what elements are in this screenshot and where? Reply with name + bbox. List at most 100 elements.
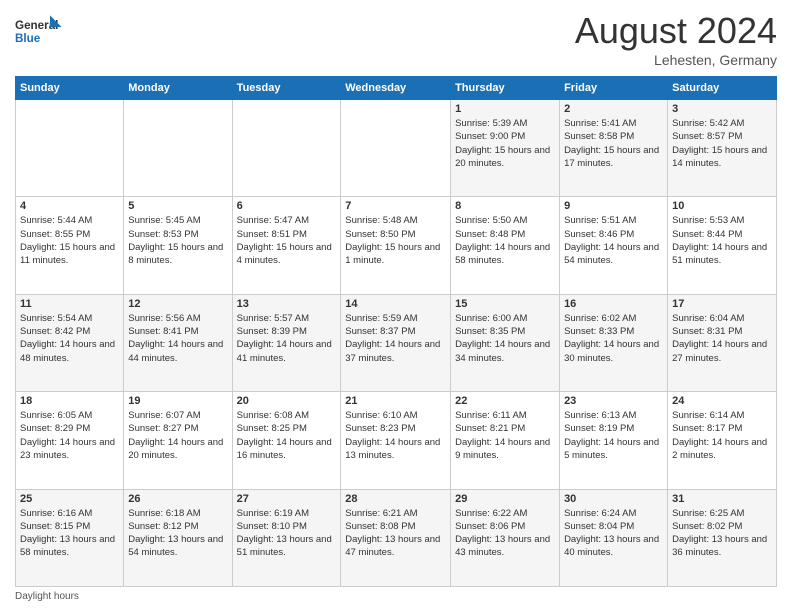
cell-info: Sunrise: 6:25 AM Sunset: 8:02 PM Dayligh… [672, 507, 772, 560]
cell-day-number: 12 [128, 298, 227, 310]
cell-day-number: 16 [564, 298, 663, 310]
cell-day-number: 17 [672, 298, 772, 310]
cell-info: Sunrise: 5:48 AM Sunset: 8:50 PM Dayligh… [345, 214, 446, 267]
cell-3-2: 20 Sunrise: 6:08 AM Sunset: 8:25 PM Dayli… [232, 392, 341, 489]
cell-2-6: 17 Sunrise: 6:04 AM Sunset: 8:31 PM Dayli… [668, 294, 777, 391]
cell-3-1: 19 Sunrise: 6:07 AM Sunset: 8:27 PM Dayli… [124, 392, 232, 489]
cell-3-0: 18 Sunrise: 6:05 AM Sunset: 8:29 PM Dayli… [16, 392, 124, 489]
location-subtitle: Lehesten, Germany [575, 52, 777, 68]
cell-info: Sunrise: 6:22 AM Sunset: 8:06 PM Dayligh… [455, 507, 555, 560]
cell-day-number: 15 [455, 298, 555, 310]
cell-info: Sunrise: 6:10 AM Sunset: 8:23 PM Dayligh… [345, 409, 446, 462]
cell-info: Sunrise: 6:08 AM Sunset: 8:25 PM Dayligh… [237, 409, 337, 462]
cell-0-4: 1Sunrise: 5:39 AM Sunset: 9:00 PM Daylig… [451, 100, 560, 197]
logo: General Blue [15, 10, 65, 55]
page: General Blue August 2024 Lehesten, Germa… [0, 0, 792, 612]
header-sunday: Sunday [16, 77, 124, 100]
cell-day-number: 28 [345, 493, 446, 505]
cell-day-number: 13 [237, 298, 337, 310]
cell-2-1: 12Sunrise: 5:56 AM Sunset: 8:41 PM Dayli… [124, 294, 232, 391]
cell-info: Sunrise: 6:21 AM Sunset: 8:08 PM Dayligh… [345, 507, 446, 560]
cell-day-number: 21 [345, 395, 446, 407]
cell-day-number: 8 [455, 200, 555, 212]
header-tuesday: Tuesday [232, 77, 341, 100]
cell-info: Sunrise: 5:47 AM Sunset: 8:51 PM Dayligh… [237, 214, 337, 267]
cell-day-number: 7 [345, 200, 446, 212]
cell-info: Sunrise: 5:50 AM Sunset: 8:48 PM Dayligh… [455, 214, 555, 267]
cell-info: Sunrise: 6:16 AM Sunset: 8:15 PM Dayligh… [20, 507, 119, 560]
cell-1-3: 7 Sunrise: 5:48 AM Sunset: 8:50 PM Daylig… [341, 197, 451, 294]
cell-info: Sunrise: 6:02 AM Sunset: 8:33 PM Dayligh… [564, 312, 663, 365]
cell-day-number: 20 [237, 395, 337, 407]
cell-3-3: 21 Sunrise: 6:10 AM Sunset: 8:23 PM Dayli… [341, 392, 451, 489]
cell-2-3: 14 Sunrise: 5:59 AM Sunset: 8:37 PM Dayli… [341, 294, 451, 391]
cell-day-number: 27 [237, 493, 337, 505]
cell-0-3 [341, 100, 451, 197]
header-monday: Monday [124, 77, 232, 100]
header-friday: Friday [560, 77, 668, 100]
cell-info: Sunrise: 5:45 AM Sunset: 8:53 PM Dayligh… [128, 214, 227, 267]
cell-4-5: 30 Sunrise: 6:24 AM Sunset: 8:04 PM Dayli… [560, 489, 668, 586]
cell-1-1: 5 Sunrise: 5:45 AM Sunset: 8:53 PM Daylig… [124, 197, 232, 294]
cell-info: Sunrise: 6:05 AM Sunset: 8:29 PM Dayligh… [20, 409, 119, 462]
cell-day-number: 26 [128, 493, 227, 505]
cell-info: Sunrise: 6:13 AM Sunset: 8:19 PM Dayligh… [564, 409, 663, 462]
cell-2-2: 13 Sunrise: 5:57 AM Sunset: 8:39 PM Dayli… [232, 294, 341, 391]
cell-day-number: 18 [20, 395, 119, 407]
cell-2-0: 11Sunrise: 5:54 AM Sunset: 8:42 PM Dayli… [16, 294, 124, 391]
cell-day-number: 23 [564, 395, 663, 407]
header-wednesday: Wednesday [341, 77, 451, 100]
cell-day-number: 6 [237, 200, 337, 212]
cell-1-2: 6 Sunrise: 5:47 AM Sunset: 8:51 PM Daylig… [232, 197, 341, 294]
cell-day-number: 4 [20, 200, 119, 212]
cell-day-number: 2 [564, 103, 663, 115]
cell-info: Sunrise: 5:54 AM Sunset: 8:42 PM Dayligh… [20, 312, 119, 365]
cell-1-5: 9Sunrise: 5:51 AM Sunset: 8:46 PM Daylig… [560, 197, 668, 294]
cell-info: Sunrise: 6:00 AM Sunset: 8:35 PM Dayligh… [455, 312, 555, 365]
cell-day-number: 30 [564, 493, 663, 505]
title-block: August 2024 Lehesten, Germany [575, 10, 777, 68]
cell-4-3: 28 Sunrise: 6:21 AM Sunset: 8:08 PM Dayli… [341, 489, 451, 586]
cell-day-number: 31 [672, 493, 772, 505]
cell-3-4: 22Sunrise: 6:11 AM Sunset: 8:21 PM Dayli… [451, 392, 560, 489]
cell-day-number: 29 [455, 493, 555, 505]
footer-note: Daylight hours [15, 591, 777, 602]
calendar-table: SundayMondayTuesdayWednesdayThursdayFrid… [15, 76, 777, 587]
cell-info: Sunrise: 5:51 AM Sunset: 8:46 PM Dayligh… [564, 214, 663, 267]
svg-text:Blue: Blue [15, 32, 41, 45]
cell-day-number: 22 [455, 395, 555, 407]
header: General Blue August 2024 Lehesten, Germa… [15, 10, 777, 68]
cell-day-number: 3 [672, 103, 772, 115]
cell-4-1: 26 Sunrise: 6:18 AM Sunset: 8:12 PM Dayli… [124, 489, 232, 586]
header-saturday: Saturday [668, 77, 777, 100]
cell-day-number: 10 [672, 200, 772, 212]
cell-info: Sunrise: 6:19 AM Sunset: 8:10 PM Dayligh… [237, 507, 337, 560]
cell-3-5: 23 Sunrise: 6:13 AM Sunset: 8:19 PM Dayli… [560, 392, 668, 489]
cell-info: Sunrise: 5:41 AM Sunset: 8:58 PM Dayligh… [564, 117, 663, 170]
cell-day-number: 14 [345, 298, 446, 310]
cell-info: Sunrise: 6:04 AM Sunset: 8:31 PM Dayligh… [672, 312, 772, 365]
cell-4-2: 27 Sunrise: 6:19 AM Sunset: 8:10 PM Dayli… [232, 489, 341, 586]
cell-0-2 [232, 100, 341, 197]
week-row-5: 25 Sunrise: 6:16 AM Sunset: 8:15 PM Dayli… [16, 489, 777, 586]
cell-info: Sunrise: 6:24 AM Sunset: 8:04 PM Dayligh… [564, 507, 663, 560]
cell-info: Sunrise: 5:59 AM Sunset: 8:37 PM Dayligh… [345, 312, 446, 365]
cell-info: Sunrise: 6:07 AM Sunset: 8:27 PM Dayligh… [128, 409, 227, 462]
cell-day-number: 5 [128, 200, 227, 212]
cell-day-number: 25 [20, 493, 119, 505]
days-row: SundayMondayTuesdayWednesdayThursdayFrid… [16, 77, 777, 100]
cell-info: Sunrise: 5:42 AM Sunset: 8:57 PM Dayligh… [672, 117, 772, 170]
cell-info: Sunrise: 5:57 AM Sunset: 8:39 PM Dayligh… [237, 312, 337, 365]
cell-0-5: 2 Sunrise: 5:41 AM Sunset: 8:58 PM Daylig… [560, 100, 668, 197]
cell-0-0 [16, 100, 124, 197]
header-thursday: Thursday [451, 77, 560, 100]
cell-info: Sunrise: 6:18 AM Sunset: 8:12 PM Dayligh… [128, 507, 227, 560]
logo-svg: General Blue [15, 10, 65, 55]
cell-info: Sunrise: 5:53 AM Sunset: 8:44 PM Dayligh… [672, 214, 772, 267]
cell-2-5: 16 Sunrise: 6:02 AM Sunset: 8:33 PM Dayli… [560, 294, 668, 391]
cell-day-number: 19 [128, 395, 227, 407]
week-row-1: 1Sunrise: 5:39 AM Sunset: 9:00 PM Daylig… [16, 100, 777, 197]
cell-4-4: 29 Sunrise: 6:22 AM Sunset: 8:06 PM Dayli… [451, 489, 560, 586]
cell-day-number: 24 [672, 395, 772, 407]
week-row-4: 18 Sunrise: 6:05 AM Sunset: 8:29 PM Dayli… [16, 392, 777, 489]
